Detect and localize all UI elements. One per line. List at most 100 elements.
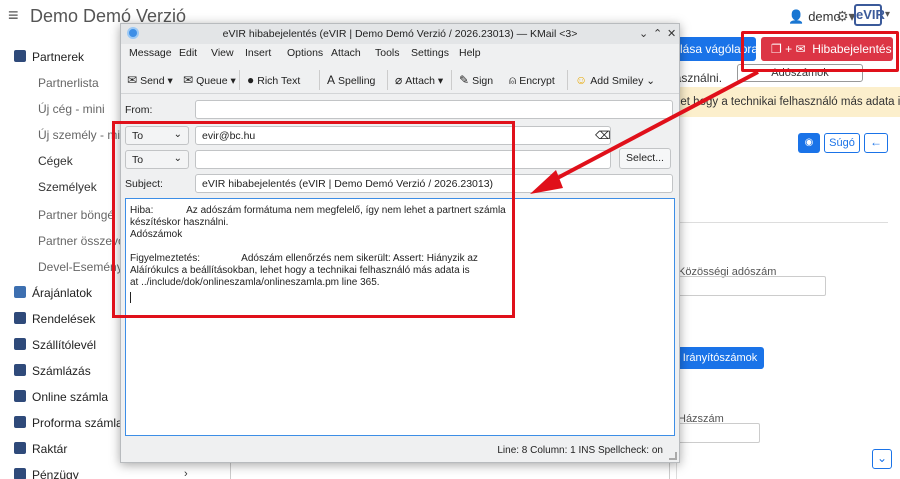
from-field[interactable] <box>195 100 673 119</box>
eu-tax-input[interactable] <box>676 276 826 296</box>
toolbar-separator <box>239 70 240 90</box>
status-bar: Line: 8 Column: 1 INS Spellcheck: on <box>121 440 679 462</box>
warning-bar: het hogy a technikai felhasználó más ada… <box>668 87 900 117</box>
sidebar-item[interactable]: Személyek <box>38 180 97 194</box>
sidebar-item[interactable]: Szállítólevél <box>14 338 96 352</box>
chevron-down-icon[interactable]: ⌄ <box>872 449 892 469</box>
add-smiley-label: Add Smiley <box>590 75 644 87</box>
queue-button[interactable]: ✉ Queue ▾ <box>183 73 236 87</box>
sidebar-item[interactable]: Új cég - mini <box>38 102 105 116</box>
sidebar-item[interactable]: Partnerlista <box>38 76 99 90</box>
close-icon[interactable]: ✕ <box>667 27 676 40</box>
sidebar-item-label: Devel-Esemény <box>38 260 123 274</box>
chevron-down-icon[interactable]: ▾ <box>885 9 890 20</box>
sidebar-item-label: Online számla <box>32 390 109 404</box>
highlight-box-message <box>112 121 515 318</box>
spelling-icon: A <box>327 73 336 87</box>
rich-text-button[interactable]: ● Rich Text <box>247 73 300 87</box>
attach-label: Attach <box>405 75 436 87</box>
sidebar-item[interactable]: Devel-Esemény <box>38 260 123 274</box>
rich-text-label: Rich Text <box>257 75 301 87</box>
clipboard-icon <box>14 338 26 350</box>
sidebar-item-label: Árajánlatok <box>32 286 93 300</box>
clear-input-icon[interactable]: ⌫ <box>595 129 611 142</box>
user-menu[interactable]: 👤 demo <box>788 9 841 25</box>
menu-item[interactable]: Options <box>287 47 323 59</box>
lock-icon: ⍝ <box>509 73 517 87</box>
sidebar-item[interactable]: Árajánlatok <box>14 286 92 300</box>
doc-icon <box>14 312 26 324</box>
evir-logo[interactable]: eVIR <box>854 4 885 26</box>
handshake-icon <box>14 286 26 298</box>
help-toggle-icon[interactable]: ◉ <box>798 133 820 153</box>
sidebar-item-label: Proforma számla <box>32 416 123 430</box>
add-smiley-button[interactable]: ☺ Add Smiley ⌄ <box>575 73 655 87</box>
sign-label: Sign <box>472 75 494 87</box>
sidebar-item-label: Partnerlista <box>38 76 99 90</box>
encrypt-button[interactable]: ⍝ Encrypt <box>509 73 555 88</box>
warehouse-icon <box>14 442 26 454</box>
sidebar-item-label: Pénzügy <box>32 468 79 479</box>
sidebar-item[interactable]: Proforma számla <box>14 416 123 430</box>
sidebar-item[interactable]: Raktár <box>14 442 67 456</box>
menu-item[interactable]: Edit <box>179 47 197 59</box>
from-label: From: <box>125 104 153 116</box>
gear-icon[interactable]: ⚙▾ <box>836 8 856 25</box>
menu-item[interactable]: View <box>211 47 234 59</box>
sidebar-item[interactable]: Online számla <box>14 390 108 404</box>
toolbar-separator <box>567 70 568 90</box>
spelling-button[interactable]: A Spelling <box>327 73 375 87</box>
resize-grip-icon[interactable] <box>669 452 677 460</box>
sidebar-item-label: Számlázás <box>32 364 91 378</box>
zip-codes-button[interactable]: Irányítószámok <box>676 347 764 369</box>
menu-item[interactable]: Help <box>459 47 481 59</box>
sidebar-item-label: Új cég - mini <box>38 102 105 116</box>
sidebar-item[interactable]: Rendelések <box>14 312 95 326</box>
house-number-input[interactable] <box>676 423 760 443</box>
help-group: ◉ Súgó ← <box>798 133 893 153</box>
toolbar-separator <box>319 70 320 90</box>
sign-button[interactable]: ✎ Sign <box>459 73 493 87</box>
sidebar-item[interactable]: Partnerek <box>14 50 84 64</box>
attach-button[interactable]: ⌀ Attach ▾ <box>395 73 443 87</box>
toolbar-separator <box>451 70 452 90</box>
menu-bar: Message Edit View Insert Options Attach Tools S… <box>121 44 679 62</box>
sidebar-item[interactable]: Partner böngé <box>38 208 114 222</box>
hamburger-icon[interactable]: ≡ <box>8 5 19 26</box>
chevron-right-icon[interactable]: › <box>184 468 188 479</box>
sidebar-item-label: Raktár <box>32 442 68 456</box>
sidebar-item[interactable]: Új személy - mi <box>38 128 120 142</box>
sidebar-item-label: Partner böngé <box>38 208 115 222</box>
menu-item[interactable]: Tools <box>375 47 400 59</box>
encrypt-label: Encrypt <box>519 75 555 87</box>
select-recipients-button[interactable]: Select... <box>619 148 671 169</box>
sidebar-item-label: Új személy - mi <box>38 128 121 142</box>
send-icon: ✉ <box>127 73 138 87</box>
sidebar-item-label: Szállítólevél <box>32 338 97 352</box>
window-title: eVIR hibabejelentés (eVIR | Demo Demó Ve… <box>222 28 578 40</box>
invoice-icon <box>14 364 26 376</box>
menu-item[interactable]: Message <box>129 47 172 59</box>
send-button[interactable]: ✉ Send ▾ <box>127 73 173 87</box>
menu-item[interactable]: Attach <box>331 47 361 59</box>
send-label: Send <box>140 75 165 87</box>
building-icon <box>14 50 26 62</box>
user-icon: 👤 <box>788 9 805 24</box>
maximize-icon[interactable]: ⌃ <box>653 27 662 40</box>
sidebar-item[interactable]: Számlázás <box>14 364 91 378</box>
queue-label: Queue <box>196 75 228 87</box>
toolbar: ✉ Send ▾ ✉ Queue ▾ ● Rich Text A Spelling ⌀ A… <box>121 64 679 94</box>
title-bar: eVIR hibabejelentés (eVIR | Demo Demó Ve… <box>121 24 679 44</box>
money-icon <box>14 468 26 479</box>
sidebar-item-label: Rendelések <box>32 312 96 326</box>
globe-icon <box>14 390 26 402</box>
sidebar-item[interactable]: Cégek <box>38 154 73 168</box>
sidebar-item-label: Cégek <box>38 154 73 168</box>
minimize-icon[interactable]: ⌄ <box>639 27 648 40</box>
menu-item[interactable]: Insert <box>245 47 271 59</box>
menu-item[interactable]: Settings <box>411 47 449 59</box>
help-button[interactable]: Súgó <box>824 133 860 153</box>
back-arrow-icon[interactable]: ← <box>864 133 888 153</box>
sidebar-item[interactable]: Pénzügy <box>14 468 79 479</box>
spelling-label: Spelling <box>338 75 376 87</box>
